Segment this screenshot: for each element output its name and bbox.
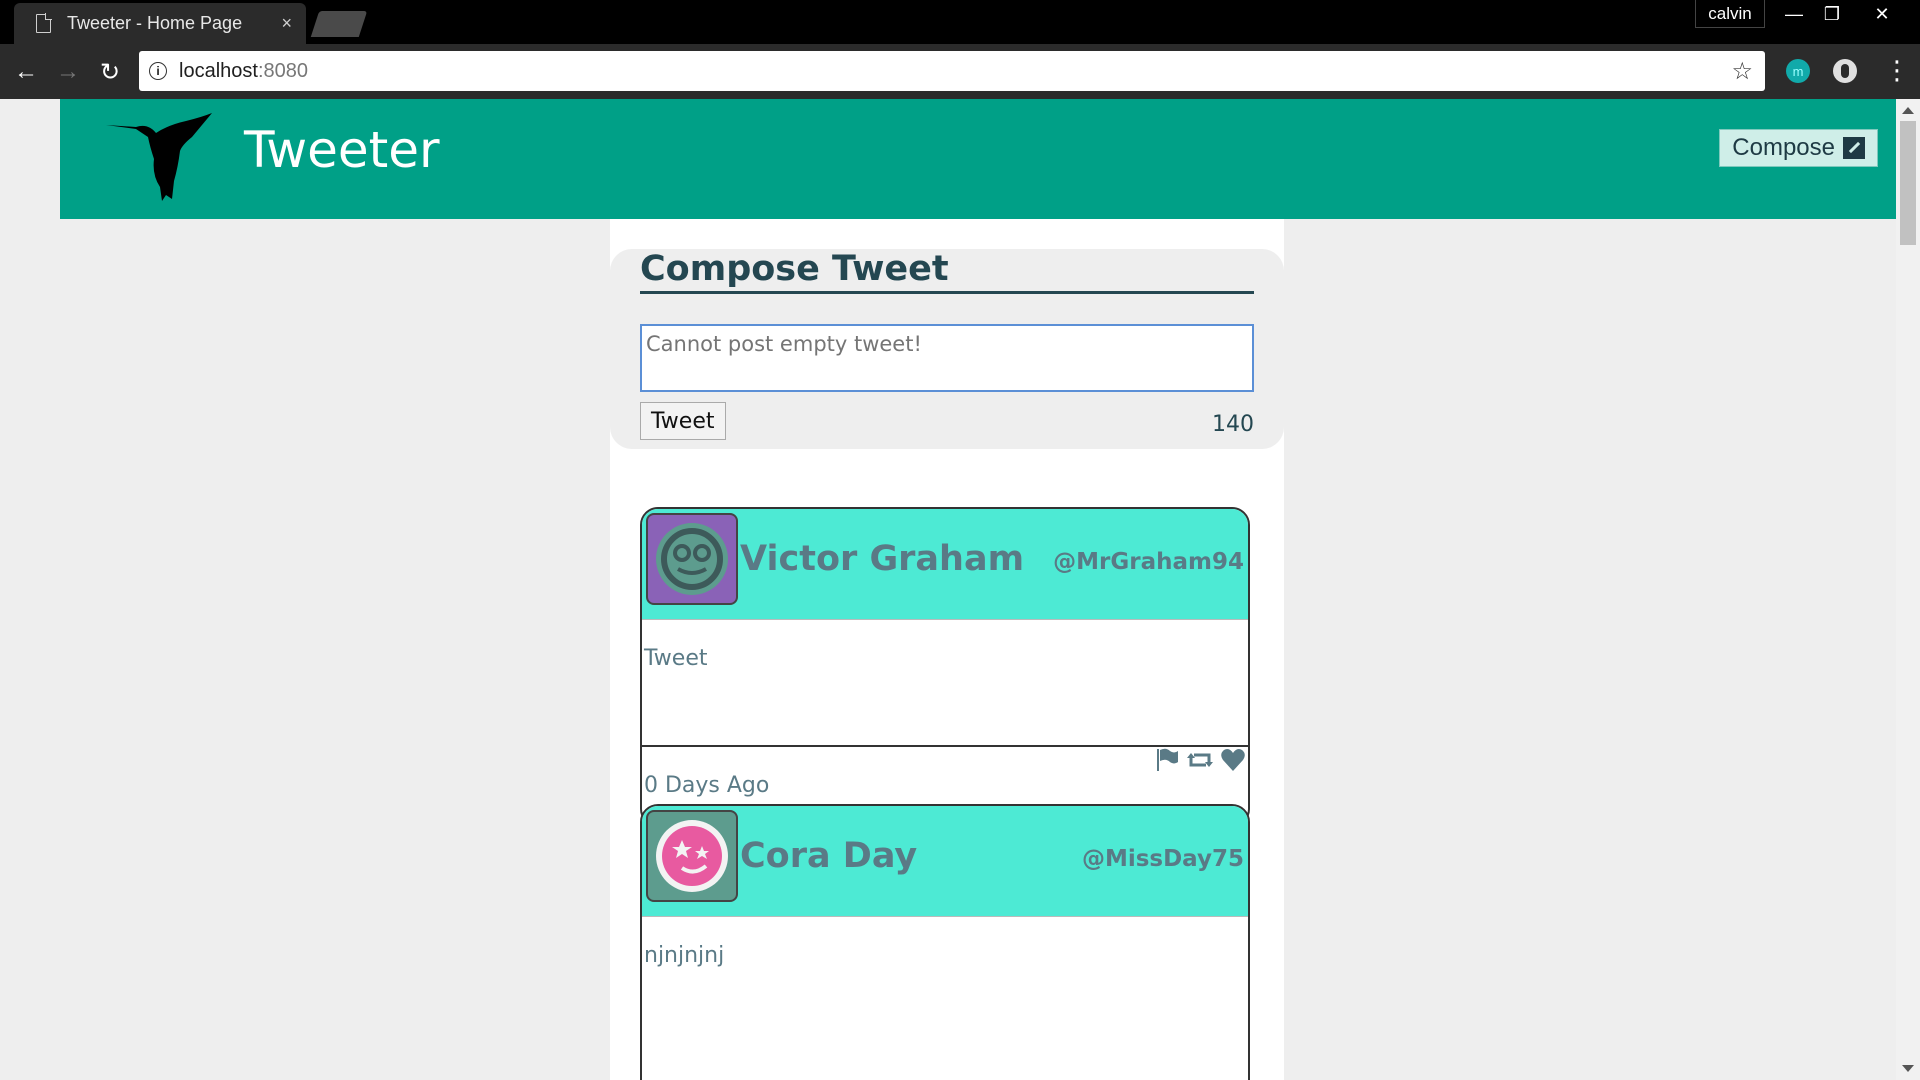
tweet-actions [1154,747,1246,773]
char-counter: 140 [1212,412,1254,437]
hummingbird-logo [106,113,212,201]
close-window-icon[interactable]: ✕ [1862,0,1902,28]
url-text[interactable]: localhost:8080 [179,60,1731,83]
tweet-card: Cora Day @MissDay75 njnjnjnj [640,804,1250,1080]
flag-icon[interactable] [1154,747,1180,773]
browser-toolbar: ← → ↻ i localhost:8080 ☆ m ⋮ [0,44,1920,99]
tweet-body: Tweet [642,620,1248,747]
reload-icon[interactable]: ↻ [94,56,126,88]
tweet-username: Cora Day [740,836,918,876]
page-icon [36,13,52,33]
avatar [646,513,738,605]
tweet-header: Victor Graham @MrGraham94 [642,509,1248,620]
tweet-handle: @MrGraham94 [1053,549,1244,575]
new-tab-button[interactable] [310,11,368,37]
scroll-thumb[interactable] [1900,121,1916,245]
scroll-down-icon[interactable] [1902,1065,1914,1072]
bookmark-star-icon[interactable]: ☆ [1731,57,1753,86]
tweet-body: njnjnjnj [642,917,1248,1042]
site-header: Tweeter Compose [60,99,1896,219]
address-bar[interactable]: i localhost:8080 ☆ [139,51,1765,91]
tweet-text: njnjnjnj [644,943,725,968]
compose-label: Compose [1732,134,1835,161]
extension-toggle-icon[interactable] [1833,59,1857,83]
tweet-header: Cora Day @MissDay75 [642,806,1248,917]
tweet-input[interactable] [640,324,1254,392]
tweet-submit-button[interactable]: Tweet [640,402,726,440]
back-icon[interactable]: ← [10,56,42,88]
browser-menu-icon[interactable]: ⋮ [1884,56,1910,84]
extension-m-icon[interactable]: m [1786,59,1810,83]
tweet-card: Victor Graham @MrGraham94 Tweet 0 Days A… [640,507,1250,827]
minimize-icon[interactable]: — [1774,0,1814,28]
retweet-icon[interactable] [1186,747,1214,773]
restore-icon[interactable]: ❐ [1812,0,1852,28]
compose-button[interactable]: Compose [1719,129,1878,167]
heart-icon[interactable] [1220,747,1246,773]
glasses-face-avatar-icon [656,523,728,595]
tweet-text: Tweet [644,646,708,671]
tweet-timestamp: 0 Days Ago [644,773,770,798]
tab-title: Tweeter - Home Page [67,13,243,33]
compose-section: Compose Tweet Tweet 140 [610,249,1284,449]
tweet-handle: @MissDay75 [1081,846,1244,872]
main-column: Compose Tweet Tweet 140 Victor Graham [610,219,1284,1080]
forward-icon[interactable]: → [52,56,84,88]
edit-icon [1843,137,1865,159]
browser-tab[interactable]: Tweeter - Home Page × [14,3,306,44]
compose-title: Compose Tweet [640,249,1254,294]
url-port: :8080 [257,59,308,82]
scroll-up-icon[interactable] [1902,107,1914,114]
browser-tab-strip: Tweeter - Home Page × calvin — ❐ ✕ [0,0,1920,44]
url-host: localhost [179,59,258,82]
profile-button[interactable]: calvin [1695,0,1765,28]
site-brand[interactable]: Tweeter [244,121,440,179]
page-viewport: Tweeter Compose Compose Tweet Tweet 140 [0,99,1896,1080]
avatar [646,810,738,902]
tweet-username: Victor Graham [740,539,1025,579]
page-scrollbar[interactable] [1896,99,1920,1080]
tab-close-icon[interactable]: × [281,13,292,34]
stars-face-avatar-icon [656,820,728,892]
info-icon[interactable]: i [149,62,167,80]
